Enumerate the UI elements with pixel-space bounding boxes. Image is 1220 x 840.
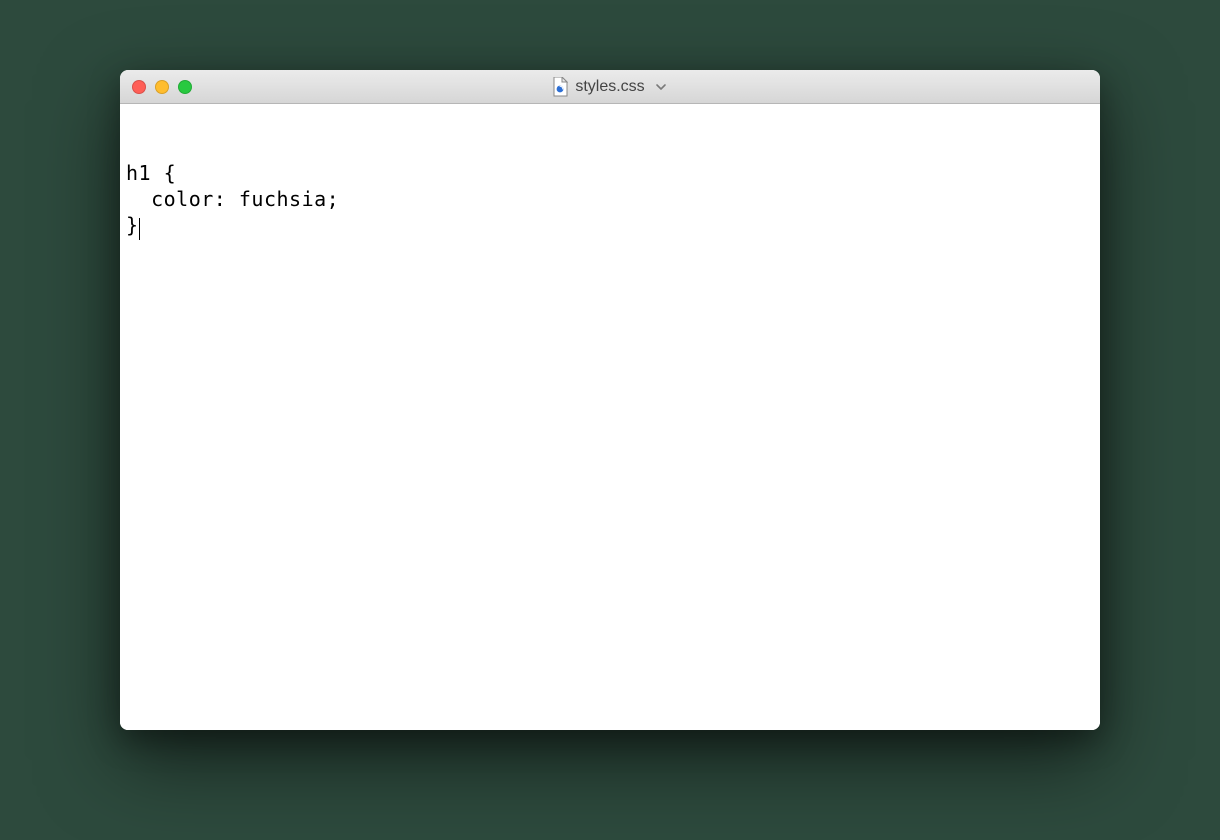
code-line: }: [126, 213, 139, 237]
text-cursor: [139, 218, 141, 240]
minimize-button[interactable]: [155, 80, 169, 94]
file-icon: [552, 77, 568, 97]
chevron-down-icon[interactable]: [654, 80, 668, 94]
window-title-area: styles.css: [120, 77, 1100, 97]
text-editor[interactable]: h1 { color: fuchsia;}: [120, 104, 1100, 730]
close-button[interactable]: [132, 80, 146, 94]
code-line: color: fuchsia;: [126, 186, 1094, 212]
app-window: styles.css h1 { color: fuchsia;}: [120, 70, 1100, 730]
zoom-button[interactable]: [178, 80, 192, 94]
traffic-lights: [132, 80, 192, 94]
code-line: h1 {: [126, 160, 1094, 186]
titlebar[interactable]: styles.css: [120, 70, 1100, 104]
window-title: styles.css: [575, 78, 644, 96]
